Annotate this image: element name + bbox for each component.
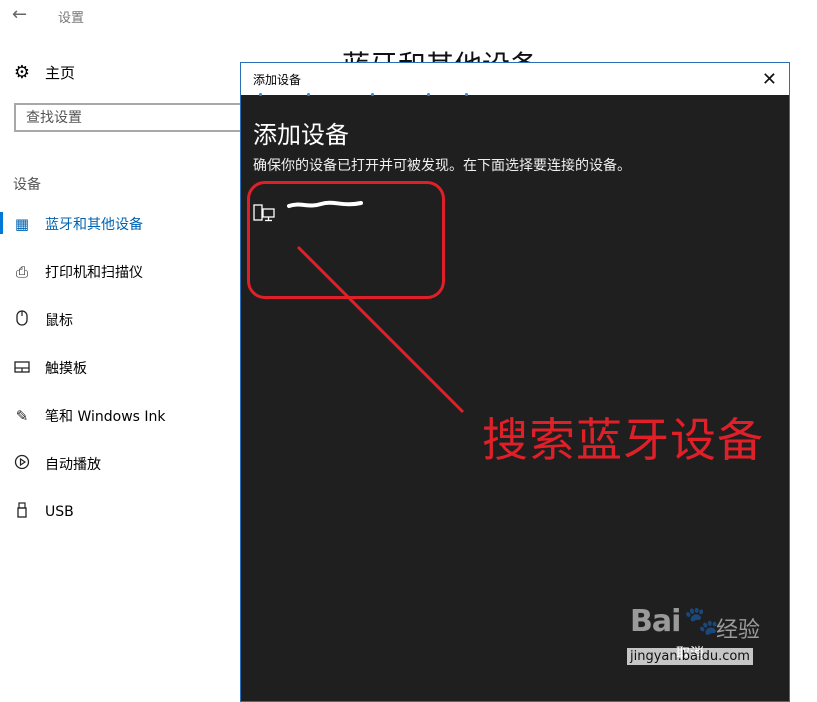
sidebar-item-mouse[interactable]: 鼠标: [0, 296, 166, 344]
watermark-logo: Bai: [630, 604, 681, 639]
close-icon[interactable]: ✕: [762, 69, 777, 90]
sidebar-item-label: 打印机和扫描仪: [45, 265, 143, 281]
sidebar-item-label: 鼠标: [45, 313, 73, 329]
sidebar-item-label: 自动播放: [45, 457, 101, 473]
annotation-text: 搜索蓝牙设备: [482, 413, 764, 467]
search-input[interactable]: [16, 105, 252, 130]
sidebar-item-label: 笔和 Windows Ink: [45, 409, 166, 425]
paw-icon: 🐾: [684, 604, 719, 637]
autoplay-icon: [13, 454, 31, 474]
sidebar-item-usb[interactable]: USB: [0, 488, 166, 536]
annotation-highlight-box: [247, 181, 445, 299]
sidebar-nav: ▦ 蓝牙和其他设备 ⎙ 打印机和扫描仪 鼠标 触摸板 ✎ 笔和 Windows …: [0, 200, 166, 536]
sidebar-item-printers[interactable]: ⎙ 打印机和扫描仪: [0, 248, 166, 296]
sidebar-item-autoplay[interactable]: 自动播放: [0, 440, 166, 488]
back-arrow-icon[interactable]: ←: [12, 4, 27, 25]
sidebar-item-pen[interactable]: ✎ 笔和 Windows Ink: [0, 392, 166, 440]
sidebar-item-touchpad[interactable]: 触摸板: [0, 344, 166, 392]
bluetooth-devices-icon: ▦: [14, 215, 30, 233]
pen-icon: ✎: [15, 407, 29, 425]
sidebar-item-label: 蓝牙和其他设备: [45, 217, 143, 233]
progress-dots: [259, 93, 499, 99]
dialog-heading: 添加设备: [253, 121, 349, 149]
gear-icon: ⚙: [13, 62, 31, 83]
touchpad-icon: [13, 359, 31, 377]
dialog-title: 添加设备: [253, 72, 302, 87]
baidu-jingyan-watermark: Bai 🐾 经验 jingyan.baidu.com: [627, 604, 780, 670]
sidebar-item-bluetooth[interactable]: ▦ 蓝牙和其他设备: [0, 200, 166, 248]
window-title: 设置: [58, 11, 85, 26]
dialog-description: 确保你的设备已打开并可被发现。在下面选择要连接的设备。: [253, 158, 631, 174]
sidebar-item-label: 触摸板: [45, 361, 87, 377]
watermark-brand: 经验: [716, 618, 761, 643]
section-heading: 设备: [13, 177, 41, 193]
home-label: 主页: [45, 64, 76, 82]
dialog-titlebar: 添加设备 ✕: [241, 63, 789, 95]
search-field[interactable]: [14, 103, 254, 132]
nav-home[interactable]: ⚙ 主页: [13, 62, 75, 83]
printer-icon: ⎙: [15, 263, 28, 281]
sidebar-item-label: USB: [45, 504, 74, 520]
mouse-icon: [13, 310, 31, 330]
watermark-url: jingyan.baidu.com: [627, 648, 753, 665]
usb-icon: [13, 502, 31, 522]
